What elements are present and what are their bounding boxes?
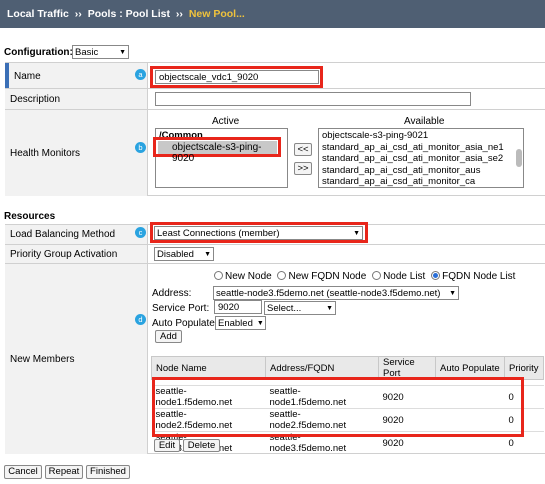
name-input[interactable]: objectscale_vdc1_9020 (155, 70, 319, 84)
resources-heading: Resources (4, 211, 56, 222)
scrollbar-thumb[interactable] (516, 149, 522, 167)
auto-populate-value: Enabled (218, 317, 253, 329)
active-monitor-item[interactable]: objectscale-s3-ping-9020 (158, 141, 277, 164)
radio-new-fqdn-node[interactable] (277, 271, 287, 280)
lb-method-label: Load Balancing Method (10, 229, 116, 240)
radio-node-list[interactable] (372, 271, 382, 280)
service-port-select[interactable]: Select... ▼ (264, 301, 336, 315)
repeat-button[interactable]: Repeat (45, 465, 83, 479)
breadcrumb-local-traffic[interactable]: Local Traffic (7, 8, 69, 20)
available-monitor-item[interactable]: objectscale-s3-ping-9021 (322, 130, 520, 142)
configuration-value: Basic (75, 46, 99, 58)
active-header: Active (212, 116, 240, 127)
annotation-badge-d: d (135, 314, 146, 325)
health-monitors-label: Health Monitors (10, 148, 81, 159)
priority-row: Priority Group Activation (5, 244, 545, 264)
node-type-radios: New Node New FQDN Node Node List FQDN No… (214, 271, 515, 282)
lb-method-select[interactable]: Least Connections (member) ▼ (154, 226, 363, 240)
priority-label: Priority Group Activation (10, 249, 118, 260)
address-select[interactable]: seattle-node3.f5demo.net (seattle-node3.… (213, 286, 459, 300)
radio-label: FQDN Node List (442, 271, 516, 282)
chevron-down-icon: ▼ (256, 319, 264, 327)
service-port-label: Service Port: (152, 303, 210, 314)
move-right-button[interactable]: >> (294, 162, 312, 175)
available-monitor-item[interactable]: standard_ap_ai_csd_ati_monitor_ca (322, 176, 520, 187)
radio-label: New Node (225, 271, 272, 282)
cancel-button[interactable]: Cancel (4, 465, 42, 479)
breadcrumb-current: New Pool... (188, 8, 245, 20)
address-value: seattle-node3.f5demo.net (seattle-node3.… (216, 287, 441, 299)
radio-new-node[interactable] (214, 271, 223, 280)
lb-method-value: Least Connections (member) (157, 227, 280, 239)
priority-select[interactable]: Disabled ▼ (154, 247, 214, 261)
breadcrumb-separator: ›› (175, 8, 183, 20)
chevron-down-icon: ▼ (204, 250, 211, 258)
breadcrumb: Local Traffic ›› Pools : Pool List ›› Ne… (0, 0, 545, 28)
edit-button[interactable]: Edit (154, 439, 180, 452)
annotation-badge-a: a (135, 69, 146, 80)
available-header: Available (404, 116, 445, 127)
chevron-down-icon: ▼ (326, 304, 333, 312)
description-label: Description (10, 94, 61, 105)
finished-button[interactable]: Finished (86, 465, 130, 479)
available-monitor-item[interactable]: standard_ap_ai_csd_ati_monitor_asia_se2 (322, 153, 520, 165)
available-monitor-item[interactable]: standard_ap_ai_csd_ati_monitor_aus (322, 165, 520, 177)
available-monitor-item[interactable]: standard_ap_ai_csd_ati_monitor_asia_ne1 (322, 142, 520, 154)
chevron-down-icon: ▼ (449, 289, 456, 297)
delete-button[interactable]: Delete (183, 439, 220, 452)
new-members-label: New Members (10, 354, 75, 365)
description-input[interactable] (155, 92, 471, 106)
priority-value: Disabled (157, 248, 194, 260)
service-port-input[interactable]: 9020 (214, 300, 262, 314)
configuration-label: Configuration: (4, 47, 73, 58)
chevron-down-icon: ▼ (353, 229, 360, 237)
auto-populate-label: Auto Populate: (152, 318, 218, 329)
add-button[interactable]: Add (155, 330, 182, 343)
radio-fqdn-node-list[interactable] (431, 271, 441, 280)
radio-label: Node List (383, 271, 426, 282)
annotation-badge-b: b (135, 142, 146, 153)
name-label: Name (14, 71, 41, 82)
move-left-button[interactable]: << (294, 143, 312, 156)
radio-label: New FQDN Node (288, 271, 367, 282)
auto-populate-select[interactable]: Enabled ▼ (215, 316, 266, 330)
service-port-select-value: Select... (267, 302, 302, 314)
annotation-badge-c: c (135, 227, 146, 238)
available-monitors-list[interactable]: objectscale-s3-ping-9021 standard_ap_ai_… (318, 128, 524, 188)
address-label: Address: (152, 288, 192, 299)
chevron-down-icon: ▼ (119, 48, 126, 56)
breadcrumb-pool-list[interactable]: Pools : Pool List (88, 8, 170, 20)
breadcrumb-separator: ›› (74, 8, 82, 20)
highlight-box (152, 377, 524, 437)
configuration-select[interactable]: Basic ▼ (72, 45, 129, 59)
